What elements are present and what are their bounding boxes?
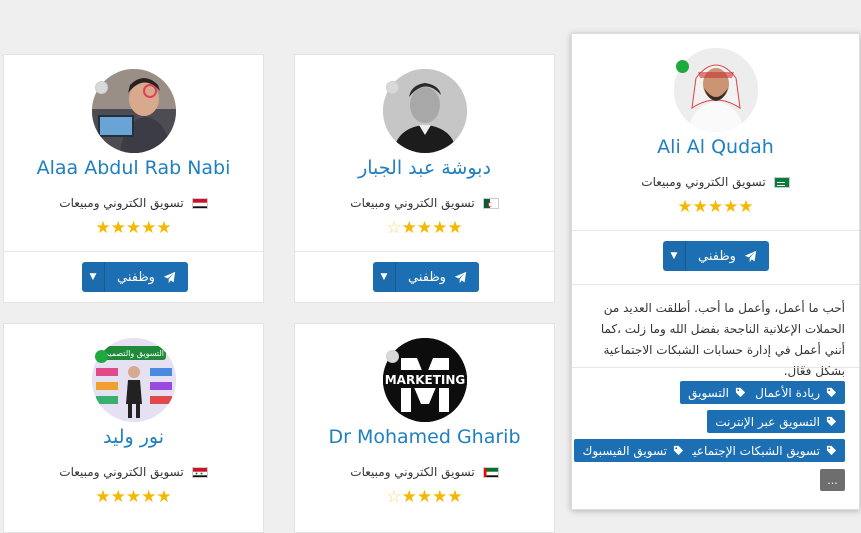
star-icon: ★★★★★ <box>95 218 172 238</box>
divider <box>572 284 859 285</box>
rating-stars: ☆★★★★ <box>295 489 554 506</box>
hire-button[interactable]: وظفني <box>686 241 769 271</box>
status-indicator <box>95 350 108 363</box>
half-star-icon: ☆ <box>386 487 402 507</box>
job-title: تسويق الكتروني ومبيعات <box>572 175 859 189</box>
paper-plane-icon <box>163 271 176 283</box>
divider <box>295 251 554 252</box>
tag-icon <box>826 416 837 427</box>
skill-tag[interactable]: تسويق الشبكات الإجتماعية <box>678 439 845 462</box>
paper-plane-icon <box>454 271 467 283</box>
freelancer-name[interactable]: Ali Al Qudah <box>572 136 859 158</box>
caret-down-icon[interactable]: ▼ <box>373 262 396 292</box>
uae-flag-icon <box>482 467 499 478</box>
tag-icon <box>826 445 837 456</box>
avatar-text: التسويق والتصميم <box>104 349 164 358</box>
hire-button-group: ▼ وظفني <box>373 262 479 292</box>
freelancer-card: دبوشة عبد الجبار تسويق الكتروني ومبيعات … <box>294 54 555 303</box>
avatar-text: MARKETING <box>385 373 466 387</box>
hire-button[interactable]: وظفني <box>396 262 479 292</box>
freelancer-name[interactable]: نور وليد <box>4 426 263 448</box>
saudi-arabia-flag-icon <box>773 177 790 188</box>
star-icon: ★★★★ <box>401 487 463 507</box>
star-icon: ★★★★ <box>401 218 463 238</box>
star-icon: ★★★★★ <box>95 487 172 507</box>
divider <box>572 367 859 368</box>
divider <box>4 251 263 252</box>
tag-icon <box>826 387 837 398</box>
skill-tag[interactable]: التسويق <box>680 381 754 404</box>
freelancer-name[interactable]: دبوشة عبد الجبار <box>295 157 554 179</box>
job-title: تسويق الكتروني ومبيعات <box>295 465 554 479</box>
hire-button[interactable]: وظفني <box>105 262 188 292</box>
job-title: تسويق الكتروني ومبيعات <box>4 465 263 479</box>
freelancer-card-expanded: Ali Al Qudah تسويق الكتروني ومبيعات ★★★★… <box>571 33 860 510</box>
tag-icon <box>673 445 684 456</box>
freelancer-name[interactable]: Dr Mohamed Gharib <box>295 426 554 448</box>
star-icon: ★★★★★ <box>677 197 754 217</box>
half-star-icon: ☆ <box>386 218 402 238</box>
syria-flag-icon <box>191 467 208 478</box>
status-indicator <box>676 60 689 73</box>
rating-stars: ★★★★★ <box>4 489 263 506</box>
freelancer-name[interactable]: Alaa Abdul Rab Nabi <box>4 157 263 179</box>
freelancer-card: MARKETING Dr Mohamed Gharib تسويق الكترو… <box>294 323 555 533</box>
status-indicator <box>95 81 108 94</box>
tag-icon <box>735 387 746 398</box>
rating-stars: ★★★★★ <box>4 220 263 237</box>
freelancer-card: التسويق والتصميم نور وليد تسويق الكتروني… <box>3 323 264 533</box>
yemen-flag-icon <box>191 198 208 209</box>
status-indicator <box>386 350 399 363</box>
caret-down-icon[interactable]: ▼ <box>663 241 686 271</box>
rating-stars: ☆★★★★ <box>295 220 554 237</box>
rating-stars: ★★★★★ <box>572 199 859 216</box>
job-title: تسويق الكتروني ومبيعات <box>295 196 554 210</box>
more-tags-button[interactable]: ... <box>820 469 845 491</box>
skill-tag[interactable]: ريادة الأعمال <box>747 381 845 404</box>
hire-button-group: ▼ وظفني <box>82 262 188 292</box>
bio-text: أحب ما أعمل، وأعمل ما أحب. أطلقت العديد … <box>600 301 845 378</box>
algeria-flag-icon <box>482 198 499 209</box>
skill-tag[interactable]: تسويق الفيسبوك <box>574 439 692 462</box>
divider <box>572 230 859 231</box>
skill-tag[interactable]: التسويق عبر الإنترنت <box>707 410 845 433</box>
status-indicator <box>386 81 399 94</box>
paper-plane-icon <box>744 250 757 262</box>
freelancer-card: Alaa Abdul Rab Nabi تسويق الكتروني ومبيع… <box>3 54 264 303</box>
caret-down-icon[interactable]: ▼ <box>82 262 105 292</box>
hire-button-group: ▼ وظفني <box>663 241 769 271</box>
job-title: تسويق الكتروني ومبيعات <box>4 196 263 210</box>
